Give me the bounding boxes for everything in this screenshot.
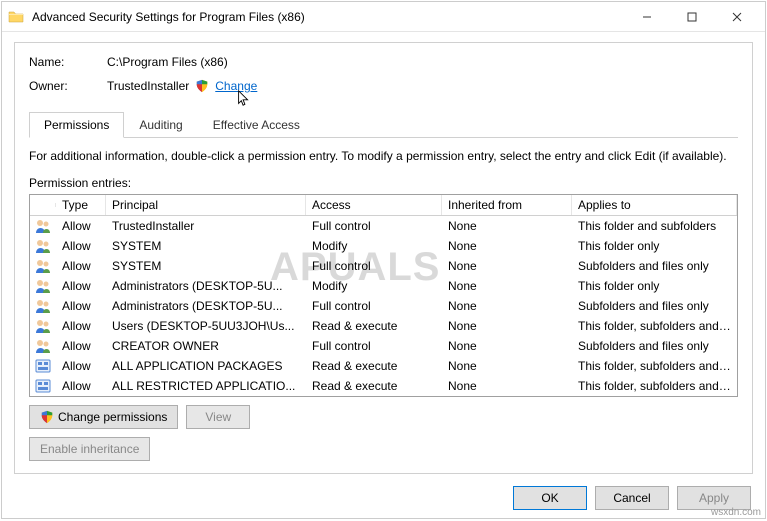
table-row[interactable]: AllowAdministrators (DESKTOP-5U...Full c… (30, 296, 737, 316)
cursor-icon (235, 89, 253, 107)
change-permissions-button[interactable]: Change permissions (29, 405, 178, 429)
cell-principal: Administrators (DESKTOP-5U... (106, 276, 306, 296)
cell-type: Allow (56, 376, 106, 396)
package-icon (35, 378, 51, 394)
cell-type: Allow (56, 216, 106, 236)
cell-access: Read & execute (306, 316, 442, 336)
cell-access: Full control (306, 336, 442, 356)
enable-inheritance-button[interactable]: Enable inheritance (29, 437, 150, 461)
cell-type: Allow (56, 336, 106, 356)
cell-principal: SYSTEM (106, 236, 306, 256)
cell-inherited: None (442, 296, 572, 316)
col-type[interactable]: Type (56, 195, 106, 215)
cell-applies: This folder only (572, 236, 737, 256)
cell-applies: This folder and subfolders (572, 216, 737, 236)
maximize-button[interactable] (669, 3, 714, 31)
cell-applies: This folder, subfolders and files (572, 356, 737, 376)
cell-inherited: None (442, 276, 572, 296)
instructions-text: For additional information, double-click… (29, 148, 738, 164)
cell-inherited: None (442, 216, 572, 236)
col-inherited[interactable]: Inherited from (442, 195, 572, 215)
folder-icon (8, 9, 24, 25)
people-icon (35, 278, 51, 294)
cell-access: Modify (306, 276, 442, 296)
col-access[interactable]: Access (306, 195, 442, 215)
content-frame: Name: C:\Program Files (x86) Owner: Trus… (14, 42, 753, 474)
cell-principal: Users (DESKTOP-5UU3JOH\Us... (106, 316, 306, 336)
cell-inherited: None (442, 376, 572, 396)
cell-type: Allow (56, 276, 106, 296)
view-button[interactable]: View (186, 405, 250, 429)
cell-inherited: None (442, 356, 572, 376)
cell-applies: This folder, subfolders and files (572, 316, 737, 336)
cell-applies: Subfolders and files only (572, 256, 737, 276)
cell-access: Full control (306, 216, 442, 236)
people-icon (35, 238, 51, 254)
cell-applies: Subfolders and files only (572, 296, 737, 316)
cell-applies: This folder, subfolders and files (572, 376, 737, 396)
cell-access: Full control (306, 296, 442, 316)
cell-inherited: None (442, 316, 572, 336)
people-icon (35, 338, 51, 354)
table-row[interactable]: AllowSYSTEMModifyNoneThis folder only (30, 236, 737, 256)
cell-type: Allow (56, 296, 106, 316)
title-bar: Advanced Security Settings for Program F… (2, 2, 765, 32)
people-icon (35, 318, 51, 334)
cell-inherited: None (442, 336, 572, 356)
people-icon (35, 258, 51, 274)
cell-principal: Administrators (DESKTOP-5U... (106, 296, 306, 316)
cell-access: Modify (306, 236, 442, 256)
owner-value: TrustedInstaller (107, 77, 189, 95)
cell-principal: SYSTEM (106, 256, 306, 276)
entries-label: Permission entries: (29, 176, 738, 190)
window-frame: Advanced Security Settings for Program F… (1, 1, 766, 519)
table-row[interactable]: AllowSYSTEMFull controlNoneSubfolders an… (30, 256, 737, 276)
cell-applies: This folder only (572, 276, 737, 296)
dialog-footer: OK Cancel Apply (2, 480, 765, 518)
col-principal[interactable]: Principal (106, 195, 306, 215)
close-button[interactable] (714, 3, 759, 31)
package-icon (35, 358, 51, 374)
shield-icon (195, 79, 209, 93)
table-row[interactable]: AllowALL RESTRICTED APPLICATIO...Read & … (30, 376, 737, 396)
shield-icon (40, 410, 54, 424)
table-row[interactable]: AllowCREATOR OWNERFull controlNoneSubfol… (30, 336, 737, 356)
ok-button[interactable]: OK (513, 486, 587, 510)
cell-applies: Subfolders and files only (572, 336, 737, 356)
cell-inherited: None (442, 256, 572, 276)
cell-type: Allow (56, 316, 106, 336)
tab-bar: Permissions Auditing Effective Access (29, 111, 738, 138)
table-row[interactable]: AllowTrustedInstallerFull controlNoneThi… (30, 216, 737, 236)
window-title: Advanced Security Settings for Program F… (32, 10, 624, 24)
cell-access: Read & execute (306, 356, 442, 376)
cell-principal: ALL APPLICATION PACKAGES (106, 356, 306, 376)
cell-type: Allow (56, 356, 106, 376)
table-row[interactable]: AllowAdministrators (DESKTOP-5U...Modify… (30, 276, 737, 296)
cell-access: Full control (306, 256, 442, 276)
col-applies[interactable]: Applies to (572, 195, 737, 215)
cell-type: Allow (56, 256, 106, 276)
source-mark: wsxdn.com (711, 507, 761, 518)
cell-principal: TrustedInstaller (106, 216, 306, 236)
permission-grid: Type Principal Access Inherited from App… (29, 194, 738, 397)
cancel-button[interactable]: Cancel (595, 486, 669, 510)
table-row[interactable]: AllowUsers (DESKTOP-5UU3JOH\Us...Read & … (30, 316, 737, 336)
cell-type: Allow (56, 236, 106, 256)
grid-header: Type Principal Access Inherited from App… (30, 195, 737, 216)
cell-principal: CREATOR OWNER (106, 336, 306, 356)
cell-principal: ALL RESTRICTED APPLICATIO... (106, 376, 306, 396)
owner-label: Owner: (29, 77, 107, 95)
name-label: Name: (29, 53, 107, 71)
cell-inherited: None (442, 236, 572, 256)
minimize-button[interactable] (624, 3, 669, 31)
table-row[interactable]: AllowALL APPLICATION PACKAGESRead & exec… (30, 356, 737, 376)
name-value: C:\Program Files (x86) (107, 53, 228, 71)
tab-auditing[interactable]: Auditing (124, 112, 197, 138)
tab-permissions[interactable]: Permissions (29, 112, 124, 138)
cell-access: Read & execute (306, 376, 442, 396)
tab-effective-access[interactable]: Effective Access (198, 112, 315, 138)
people-icon (35, 218, 51, 234)
people-icon (35, 298, 51, 314)
